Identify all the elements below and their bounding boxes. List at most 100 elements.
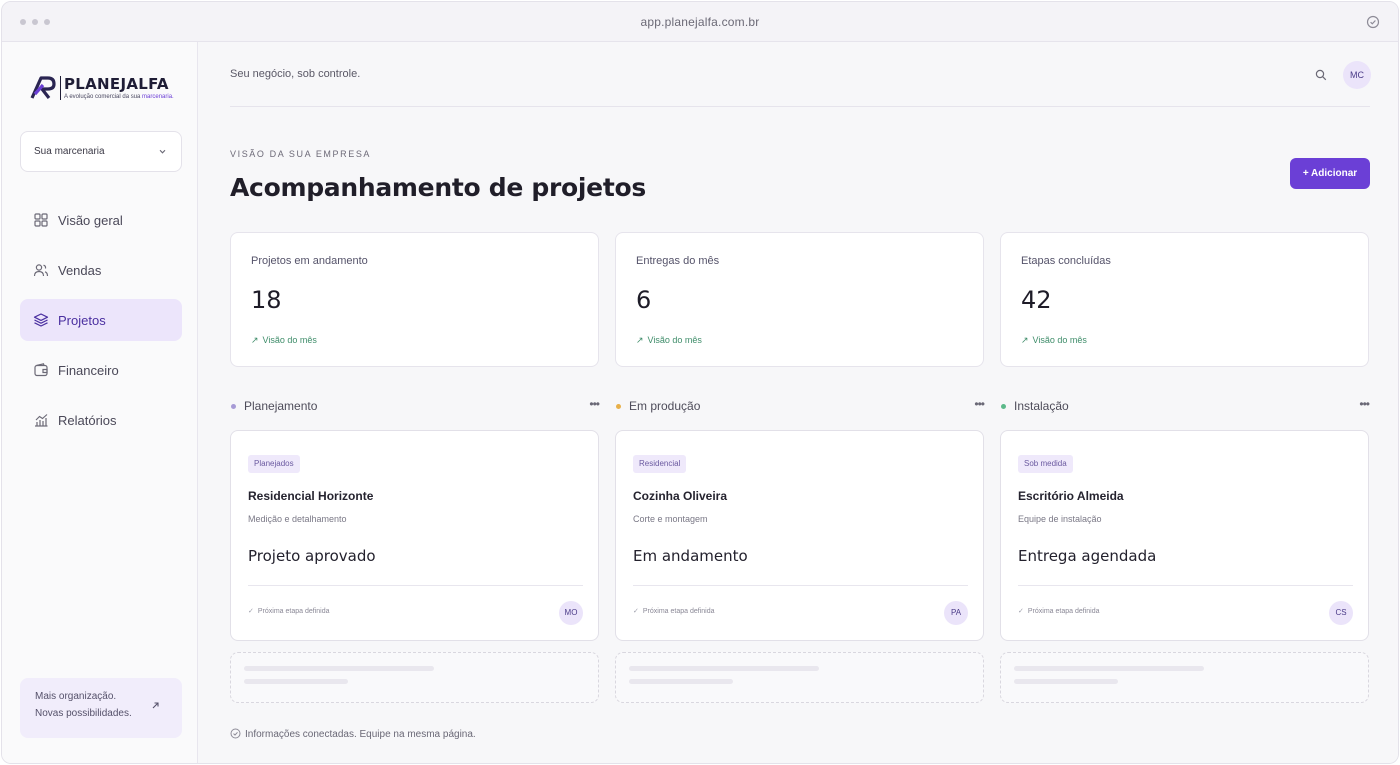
- status-dot: [231, 404, 236, 409]
- arrow-up-right-icon: [152, 702, 159, 709]
- app-window: app.planejalfa.com.br PLANEJALFA A evolu…: [1, 1, 1399, 764]
- project-subtitle: Corte e montagem: [633, 514, 708, 524]
- header-tagline: Seu negócio, sob controle.: [230, 68, 361, 80]
- check-icon: ✓: [1018, 608, 1024, 615]
- user-avatar[interactable]: MC: [1343, 61, 1371, 89]
- column-header-planejamento: Planejamento •••: [230, 397, 600, 414]
- check-icon: ✓: [248, 608, 254, 615]
- sidebar-item-label: Projetos: [58, 313, 106, 328]
- header-divider: [230, 106, 1370, 107]
- trend-arrow-icon: ↗: [251, 335, 259, 345]
- placeholder-line: [1014, 666, 1204, 671]
- project-status: Em andamento: [633, 547, 748, 565]
- logo-separator: [60, 76, 61, 100]
- stat-card-etapas[interactable]: Etapas concluídas 42 ↗ Visão do mês: [1000, 232, 1369, 367]
- assignee-avatar[interactable]: MO: [559, 601, 583, 625]
- brand-tagline: A evolução comercial da sua marcenaria.: [64, 94, 174, 100]
- next-step: ✓ Próxima etapa definida: [248, 607, 329, 615]
- next-step-label: Próxima etapa definida: [642, 608, 715, 615]
- card-divider: [248, 585, 583, 586]
- stat-label: Etapas concluídas: [1021, 255, 1111, 267]
- check-circle-icon: [230, 728, 241, 739]
- column-title: Instalação: [1014, 399, 1069, 413]
- placeholder-card: [230, 652, 599, 703]
- status-dot: [616, 404, 621, 409]
- stat-trend: ↗ Visão do mês: [251, 335, 317, 346]
- project-title: Residencial Horizonte: [248, 489, 374, 503]
- promo-card[interactable]: Mais organização. Novas possibilidades.: [20, 678, 182, 738]
- column-title: Planejamento: [244, 399, 318, 413]
- assignee-avatar[interactable]: PA: [944, 601, 968, 625]
- sidebar-item-label: Visão geral: [58, 213, 123, 228]
- address-bar[interactable]: app.planejalfa.com.br: [2, 15, 1398, 29]
- sidebar-nav: Visão geral Vendas Projetos Financeiro R…: [20, 199, 182, 449]
- category-badge: Residencial: [633, 455, 687, 473]
- stat-value: 42: [1021, 286, 1052, 314]
- project-card[interactable]: Residencial Cozinha Oliveira Corte e mon…: [615, 430, 984, 641]
- placeholder-card: [615, 652, 984, 703]
- main-content: Seu negócio, sob controle. MC VISÃO DA S…: [199, 42, 1398, 763]
- sidebar-item-financeiro[interactable]: Financeiro: [20, 349, 182, 391]
- placeholder-line: [629, 666, 819, 671]
- trend-arrow-icon: ↗: [636, 335, 644, 345]
- stat-card-projetos[interactable]: Projetos em andamento 18 ↗ Visão do mês: [230, 232, 599, 367]
- logo-mark-icon: [30, 76, 56, 99]
- users-icon: [33, 264, 49, 277]
- more-icon[interactable]: •••: [1359, 397, 1370, 411]
- stat-trend-label: Visão do mês: [262, 335, 317, 345]
- chevron-down-icon: [159, 149, 166, 154]
- next-step-label: Próxima etapa definida: [1027, 608, 1100, 615]
- stat-trend: ↗ Visão do mês: [636, 335, 702, 346]
- more-icon[interactable]: •••: [589, 397, 600, 411]
- more-icon[interactable]: •••: [974, 397, 985, 411]
- project-card[interactable]: Planejados Residencial Horizonte Medição…: [230, 430, 599, 641]
- search-icon[interactable]: [1315, 69, 1327, 81]
- placeholder-card: [1000, 652, 1369, 703]
- business-selector[interactable]: Sua marcenaria: [20, 131, 182, 172]
- grid-icon: [34, 213, 48, 227]
- stat-card-entregas[interactable]: Entregas do mês 6 ↗ Visão do mês: [615, 232, 984, 367]
- browser-toolbar: app.planejalfa.com.br: [2, 2, 1398, 42]
- stat-label: Entregas do mês: [636, 255, 720, 267]
- category-badge: Sob medida: [1018, 455, 1073, 473]
- sidebar-item-relatorios[interactable]: Relatórios: [20, 399, 182, 441]
- sidebar-item-label: Relatórios: [58, 413, 117, 428]
- placeholder-line: [629, 679, 733, 684]
- stat-trend-label: Visão do mês: [1032, 335, 1087, 345]
- business-selector-label: Sua marcenaria: [34, 146, 105, 157]
- sidebar-item-visao-geral[interactable]: Visão geral: [20, 199, 182, 241]
- assignee-avatar[interactable]: CS: [1329, 601, 1353, 625]
- add-button[interactable]: + Adicionar: [1290, 158, 1370, 189]
- sidebar-item-projetos[interactable]: Projetos: [20, 299, 182, 341]
- stat-trend: ↗ Visão do mês: [1021, 335, 1087, 346]
- brand-logo[interactable]: PLANEJALFA A evolução comercial da sua m…: [30, 74, 190, 104]
- placeholder-line: [244, 666, 434, 671]
- next-step: ✓ Próxima etapa definida: [633, 607, 714, 615]
- stat-label: Projetos em andamento: [251, 255, 368, 267]
- next-step: ✓ Próxima etapa definida: [1018, 607, 1099, 615]
- brand-tagline-highlight: marcenaria.: [142, 94, 174, 100]
- chart-icon: [35, 414, 48, 427]
- placeholder-line: [244, 679, 348, 684]
- sidebar-item-label: Financeiro: [58, 363, 119, 378]
- layers-icon: [33, 313, 49, 327]
- footer-note: Informações conectadas. Equipe na mesma …: [230, 728, 476, 740]
- sidebar-item-vendas[interactable]: Vendas: [20, 249, 182, 291]
- sidebar-item-label: Vendas: [58, 263, 102, 278]
- placeholder-line: [1014, 679, 1118, 684]
- project-title: Cozinha Oliveira: [633, 489, 728, 503]
- brand-name: PLANEJALFA: [64, 75, 169, 93]
- page-title: Acompanhamento de projetos: [230, 173, 646, 202]
- check-circle-icon[interactable]: [1366, 15, 1380, 29]
- project-card[interactable]: Sob medida Escritório Almeida Equipe de …: [1000, 430, 1369, 641]
- footer-text: Informações conectadas. Equipe na mesma …: [245, 729, 476, 740]
- next-step-label: Próxima etapa definida: [257, 608, 330, 615]
- column-header-instalacao: Instalação •••: [1000, 397, 1370, 414]
- sidebar: PLANEJALFA A evolução comercial da sua m…: [2, 42, 198, 763]
- column-title: Em produção: [629, 399, 701, 413]
- card-divider: [633, 585, 968, 586]
- project-subtitle: Equipe de instalação: [1018, 514, 1102, 524]
- column-header-em-producao: Em produção •••: [615, 397, 985, 414]
- category-badge: Planejados: [248, 455, 300, 473]
- stat-value: 18: [251, 286, 282, 314]
